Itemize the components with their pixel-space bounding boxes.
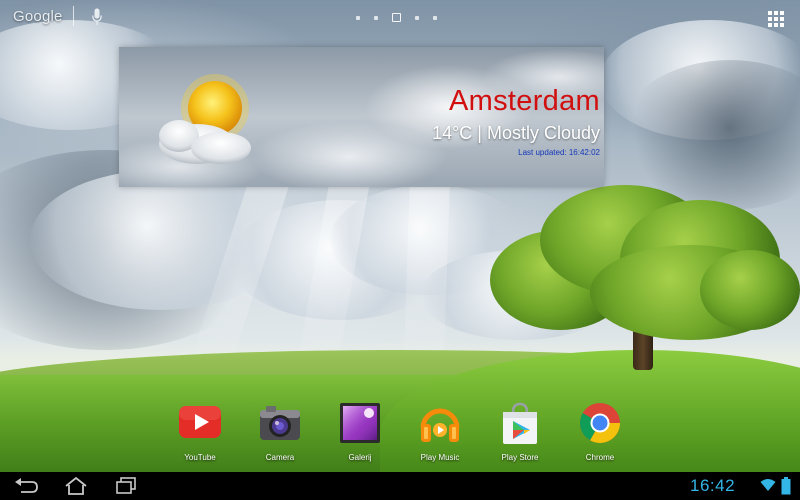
app-chrome[interactable]: Chrome — [560, 400, 640, 462]
navigation-bar: 16:42 — [0, 472, 800, 500]
app-label: Galerij — [348, 453, 372, 462]
app-play-music[interactable]: Play Music — [400, 400, 480, 462]
app-label: Play Store — [501, 453, 539, 462]
gallery-icon — [340, 403, 380, 443]
weather-widget[interactable]: Amsterdam 14°C | Mostly Cloudy Last upda… — [119, 47, 604, 187]
top-bar: Google — [0, 0, 800, 34]
microphone-icon[interactable] — [92, 8, 102, 26]
status-clock[interactable]: 16:42 — [690, 476, 735, 496]
app-label: Play Music — [420, 453, 460, 462]
home-icon[interactable] — [62, 476, 90, 496]
play-music-icon — [420, 408, 460, 442]
all-apps-icon[interactable] — [768, 11, 784, 27]
chrome-icon — [580, 403, 620, 443]
weather-condition: 14°C | Mostly Cloudy — [432, 123, 600, 143]
battery-icon — [781, 477, 791, 495]
search-divider — [73, 6, 74, 26]
app-play-store[interactable]: Play Store — [480, 400, 560, 462]
app-label: Chrome — [585, 453, 615, 462]
weather-last-updated: Last updated: 16:42:02 — [518, 148, 600, 157]
page-dot — [415, 15, 419, 20]
back-icon[interactable] — [12, 476, 40, 496]
partly-cloudy-sun-icon — [159, 74, 251, 164]
weather-city: Amsterdam — [449, 85, 600, 117]
recent-apps-icon[interactable] — [112, 476, 140, 496]
page-dot — [356, 15, 360, 20]
page-dot — [433, 15, 437, 20]
page-dot — [374, 15, 378, 20]
app-label: YouTube — [184, 453, 216, 462]
app-label: Camera — [265, 453, 295, 462]
youtube-icon — [179, 406, 221, 438]
app-youtube[interactable]: YouTube — [160, 400, 240, 462]
google-search-logo[interactable]: Google — [13, 8, 63, 25]
app-gallery[interactable]: Galerij — [320, 400, 400, 462]
camera-icon — [260, 406, 300, 440]
app-camera[interactable]: Camera — [240, 400, 320, 462]
page-dot-active — [392, 13, 401, 22]
wifi-icon — [760, 479, 776, 491]
page-indicator — [356, 13, 437, 22]
play-store-icon — [503, 402, 537, 444]
app-dock: YouTube Camera Galerij Play Music Play S… — [160, 400, 640, 462]
